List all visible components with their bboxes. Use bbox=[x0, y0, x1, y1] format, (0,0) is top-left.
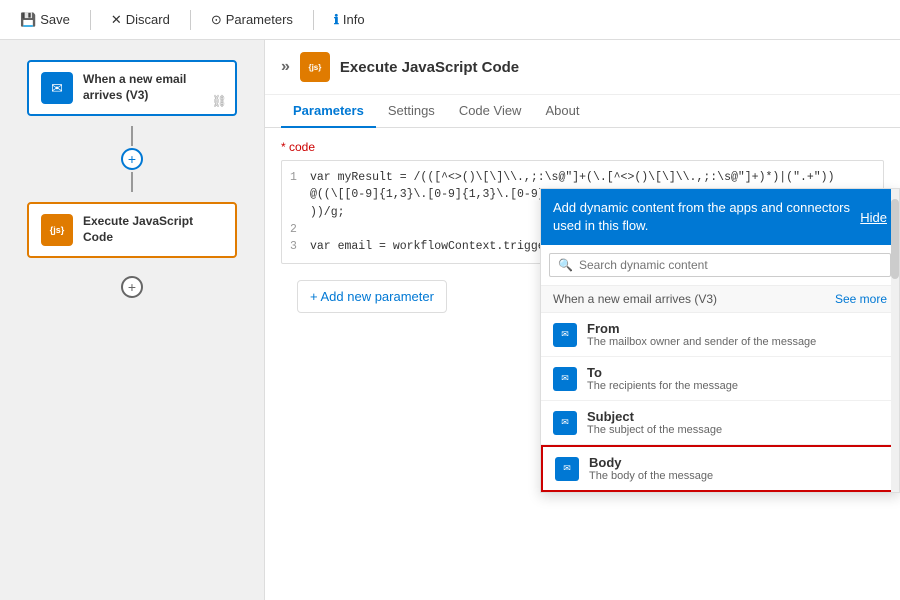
dynamic-item-subject[interactable]: ✉ Subject The subject of the message bbox=[541, 401, 899, 445]
email-trigger-icon: ✉ bbox=[41, 72, 73, 104]
parameters-icon: ⊙ bbox=[211, 12, 222, 28]
connector-line2 bbox=[131, 172, 133, 192]
left-panel: ✉ When a new email arrives (V3) ⛓ + {js}… bbox=[0, 40, 265, 600]
dynamic-item-body[interactable]: ✉ Body The body of the message bbox=[541, 445, 899, 492]
js-code-node[interactable]: {js} Execute JavaScript Code bbox=[27, 202, 237, 258]
discard-label: Discard bbox=[126, 12, 170, 27]
dynamic-search: 🔍 bbox=[541, 245, 899, 286]
main-layout: ✉ When a new email arrives (V3) ⛓ + {js}… bbox=[0, 40, 900, 600]
add-step-circle[interactable]: + bbox=[121, 148, 143, 170]
section-title: When a new email arrives (V3) bbox=[553, 292, 717, 306]
dynamic-content-panel: Add dynamic content from the apps and co… bbox=[540, 188, 900, 493]
info-button[interactable]: ℹ Info bbox=[330, 10, 369, 30]
add-parameter-button[interactable]: + Add new parameter bbox=[297, 280, 447, 313]
body-icon: ✉ bbox=[555, 457, 579, 481]
save-icon: 💾 bbox=[20, 12, 36, 28]
subject-desc: The subject of the message bbox=[587, 424, 722, 436]
save-label: Save bbox=[40, 12, 70, 27]
code-label: * code bbox=[281, 140, 884, 154]
scroll-thumb[interactable] bbox=[891, 199, 899, 279]
tab-bar: Parameters Settings Code View About bbox=[265, 95, 900, 128]
tab-settings[interactable]: Settings bbox=[376, 95, 447, 128]
connector-line1 bbox=[131, 126, 133, 146]
save-button[interactable]: 💾 Save bbox=[16, 10, 74, 30]
scrollbar[interactable] bbox=[891, 189, 899, 492]
dynamic-header-text: Add dynamic content from the apps and co… bbox=[553, 199, 860, 235]
js-code-title: Execute JavaScript Code bbox=[83, 214, 223, 245]
separator2 bbox=[190, 10, 191, 30]
tab-parameters[interactable]: Parameters bbox=[281, 95, 376, 128]
from-desc: The mailbox owner and sender of the mess… bbox=[587, 336, 816, 348]
expand-icon[interactable]: » bbox=[281, 58, 290, 76]
body-title: Body bbox=[589, 455, 713, 470]
to-icon: ✉ bbox=[553, 367, 577, 391]
link-icon: ⛓ bbox=[212, 94, 227, 108]
add-step-button[interactable]: + bbox=[121, 276, 143, 298]
right-header-title: Execute JavaScript Code bbox=[340, 59, 519, 76]
discard-icon: ✕ bbox=[111, 12, 122, 28]
toolbar: 💾 Save ✕ Discard ⊙ Parameters ℹ Info bbox=[0, 0, 900, 40]
email-trigger-node[interactable]: ✉ When a new email arrives (V3) ⛓ bbox=[27, 60, 237, 116]
see-more-link[interactable]: See more bbox=[835, 292, 887, 306]
parameters-label: Parameters bbox=[226, 12, 293, 27]
to-desc: The recipients for the message bbox=[587, 380, 738, 392]
search-box: 🔍 bbox=[549, 253, 891, 277]
section-header: When a new email arrives (V3) See more bbox=[541, 286, 899, 313]
node-badge: {js} bbox=[300, 52, 330, 82]
discard-button[interactable]: ✕ Discard bbox=[107, 10, 174, 30]
search-input[interactable] bbox=[579, 258, 882, 272]
hide-button[interactable]: Hide bbox=[860, 210, 887, 225]
tab-about[interactable]: About bbox=[533, 95, 591, 128]
body-desc: The body of the message bbox=[589, 470, 713, 482]
dynamic-header: Add dynamic content from the apps and co… bbox=[541, 189, 899, 245]
to-title: To bbox=[587, 365, 738, 380]
subject-icon: ✉ bbox=[553, 411, 577, 435]
subject-title: Subject bbox=[587, 409, 722, 424]
connector1: + bbox=[121, 126, 143, 192]
dynamic-item-to[interactable]: ✉ To The recipients for the message bbox=[541, 357, 899, 401]
tab-codeview[interactable]: Code View bbox=[447, 95, 534, 128]
parameters-button[interactable]: ⊙ Parameters bbox=[207, 10, 297, 30]
separator3 bbox=[313, 10, 314, 30]
separator bbox=[90, 10, 91, 30]
info-icon: ℹ bbox=[334, 12, 339, 28]
code-line-1: 1 var myResult = /(([^<>()\[\]\\.,;:\s@"… bbox=[290, 169, 875, 186]
dynamic-item-from[interactable]: ✉ From The mailbox owner and sender of t… bbox=[541, 313, 899, 357]
email-trigger-title: When a new email arrives (V3) bbox=[83, 72, 223, 103]
search-icon: 🔍 bbox=[558, 258, 573, 272]
js-code-icon: {js} bbox=[41, 214, 73, 246]
info-label: Info bbox=[343, 12, 365, 27]
add-param-label: + Add new parameter bbox=[310, 289, 434, 304]
right-panel: » {js} Execute JavaScript Code Parameter… bbox=[265, 40, 900, 600]
from-icon: ✉ bbox=[553, 323, 577, 347]
dynamic-items-list: ✉ From The mailbox owner and sender of t… bbox=[541, 313, 899, 492]
right-header: » {js} Execute JavaScript Code bbox=[265, 40, 900, 95]
from-title: From bbox=[587, 321, 816, 336]
